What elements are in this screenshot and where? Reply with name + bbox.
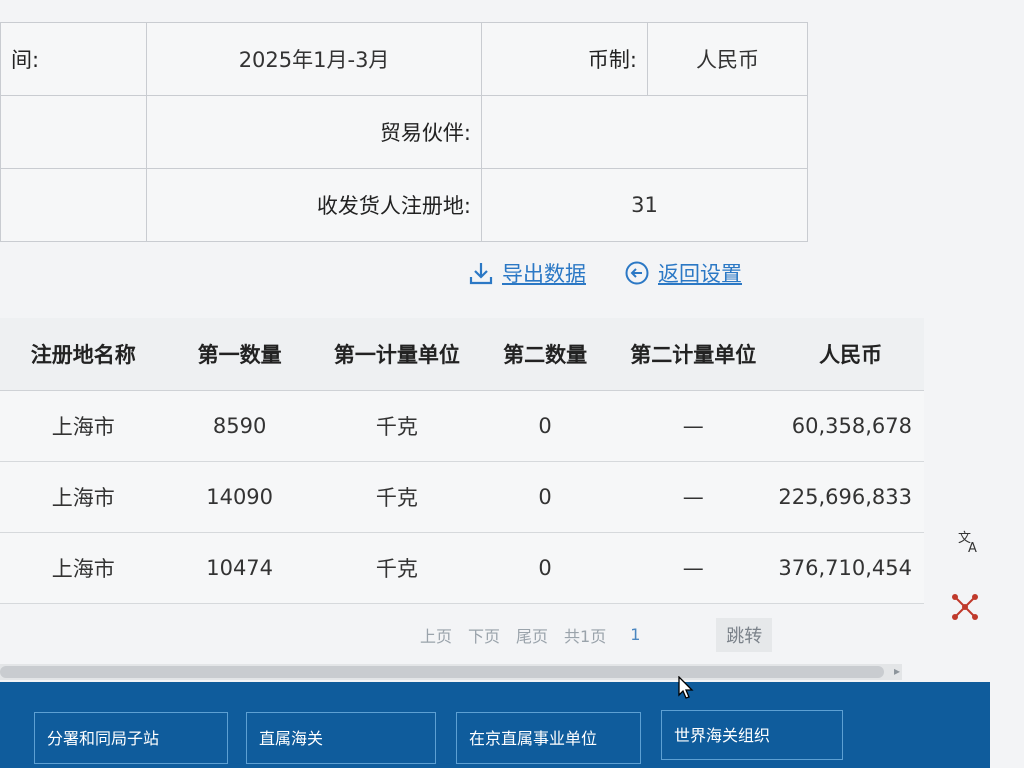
footer-link-direct-customs[interactable]: 直属海关: [246, 712, 436, 764]
svg-text:A: A: [968, 541, 977, 554]
query-criteria-table: 间: 2025年1月-3月 币制: 人民币 贸易伙伴: 收发货人注册地: 31: [0, 22, 809, 242]
col-header-rmb: 人民币: [777, 318, 924, 391]
cell-region: 上海市: [0, 532, 167, 604]
scrollbar-thumb[interactable]: [0, 666, 884, 678]
page: 间: 2025年1月-3月 币制: 人民币 贸易伙伴: 收发货人注册地: 31 …: [0, 0, 1024, 768]
scroll-right-arrow-icon[interactable]: ▸: [894, 664, 900, 678]
cell-rmb: 225,696,833: [777, 461, 924, 533]
cell-qty2: 0: [481, 390, 610, 462]
results-table: 注册地名称 第一数量 第一计量单位 第二数量 第二计量单位 人民币 上海市 85…: [0, 318, 924, 604]
back-to-settings-label: 返回设置: [658, 262, 742, 286]
cell-qty2: 0: [481, 461, 610, 533]
consignee-label: 收发货人注册地:: [146, 168, 482, 242]
results-header-row: 注册地名称 第一数量 第一计量单位 第二数量 第二计量单位 人民币: [0, 318, 924, 391]
cell-region: 上海市: [0, 461, 167, 533]
col-header-unit1: 第一计量单位: [312, 318, 482, 391]
translate-icon[interactable]: 文 A: [954, 526, 984, 556]
col-header-qty2: 第二数量: [481, 318, 610, 391]
cell-unit1: 千克: [312, 390, 482, 462]
partner-value: [480, 95, 809, 169]
cell-qty1: 10474: [166, 532, 313, 604]
export-data-label: 导出数据: [502, 262, 586, 286]
period-label: 间:: [0, 22, 148, 96]
total-pages-text: 共1页: [564, 627, 607, 646]
currency-label: 币制:: [480, 22, 648, 96]
criteria-blank-cell: [0, 168, 148, 242]
cell-rmb: 376,710,454: [777, 532, 924, 604]
col-header-region: 注册地名称: [0, 318, 167, 391]
cell-qty2: 0: [481, 532, 610, 604]
download-icon: [468, 260, 494, 286]
action-bar: 导出数据 返回设置: [468, 258, 742, 288]
footer-link-branch-offices[interactable]: 分署和同局子站: [34, 712, 228, 764]
footer-bar: 分署和同局子站 直属海关 在京直属事业单位 世界海关组织: [0, 682, 990, 768]
partner-label: 贸易伙伴:: [146, 95, 482, 169]
currency-value: 人民币: [646, 22, 809, 96]
cell-unit1: 千克: [312, 461, 482, 533]
export-data-link[interactable]: 导出数据: [468, 258, 586, 288]
next-page-link[interactable]: 下页: [468, 623, 500, 647]
mouse-pointer-icon: [678, 675, 694, 704]
network-icon[interactable]: [950, 592, 980, 622]
horizontal-scrollbar[interactable]: ▸: [0, 664, 902, 680]
footer-link-beijing-units[interactable]: 在京直属事业单位: [456, 712, 641, 764]
cell-unit1: 千克: [312, 532, 482, 604]
cell-unit2: —: [609, 461, 778, 533]
cell-qty1: 14090: [166, 461, 313, 533]
pagination: 上页 下页 尾页 共1页 1 跳转: [420, 618, 773, 652]
cell-unit2: —: [609, 390, 778, 462]
cell-region: 上海市: [0, 390, 167, 462]
table-row: 上海市 8590 千克 0 — 60,358,678: [0, 390, 924, 462]
table-row: 上海市 14090 千克 0 — 225,696,833: [0, 461, 924, 533]
consignee-value: 31: [480, 168, 809, 242]
page-number-input[interactable]: 1: [622, 620, 701, 650]
prev-page-link[interactable]: 上页: [420, 623, 452, 647]
jump-button[interactable]: 跳转: [716, 618, 773, 652]
col-header-qty1: 第一数量: [166, 318, 313, 391]
cell-rmb: 60,358,678: [777, 390, 924, 462]
period-value: 2025年1月-3月: [146, 22, 482, 96]
back-circle-icon: [624, 260, 650, 286]
cell-qty1: 8590: [166, 390, 313, 462]
table-row: 上海市 10474 千克 0 — 376,710,454: [0, 532, 924, 604]
last-page-link[interactable]: 尾页: [516, 623, 548, 647]
cell-unit2: —: [609, 532, 778, 604]
col-header-unit2: 第二计量单位: [609, 318, 778, 391]
back-to-settings-link[interactable]: 返回设置: [624, 258, 742, 288]
criteria-blank-cell: [0, 95, 148, 169]
footer-link-wco[interactable]: 世界海关组织: [661, 710, 843, 760]
